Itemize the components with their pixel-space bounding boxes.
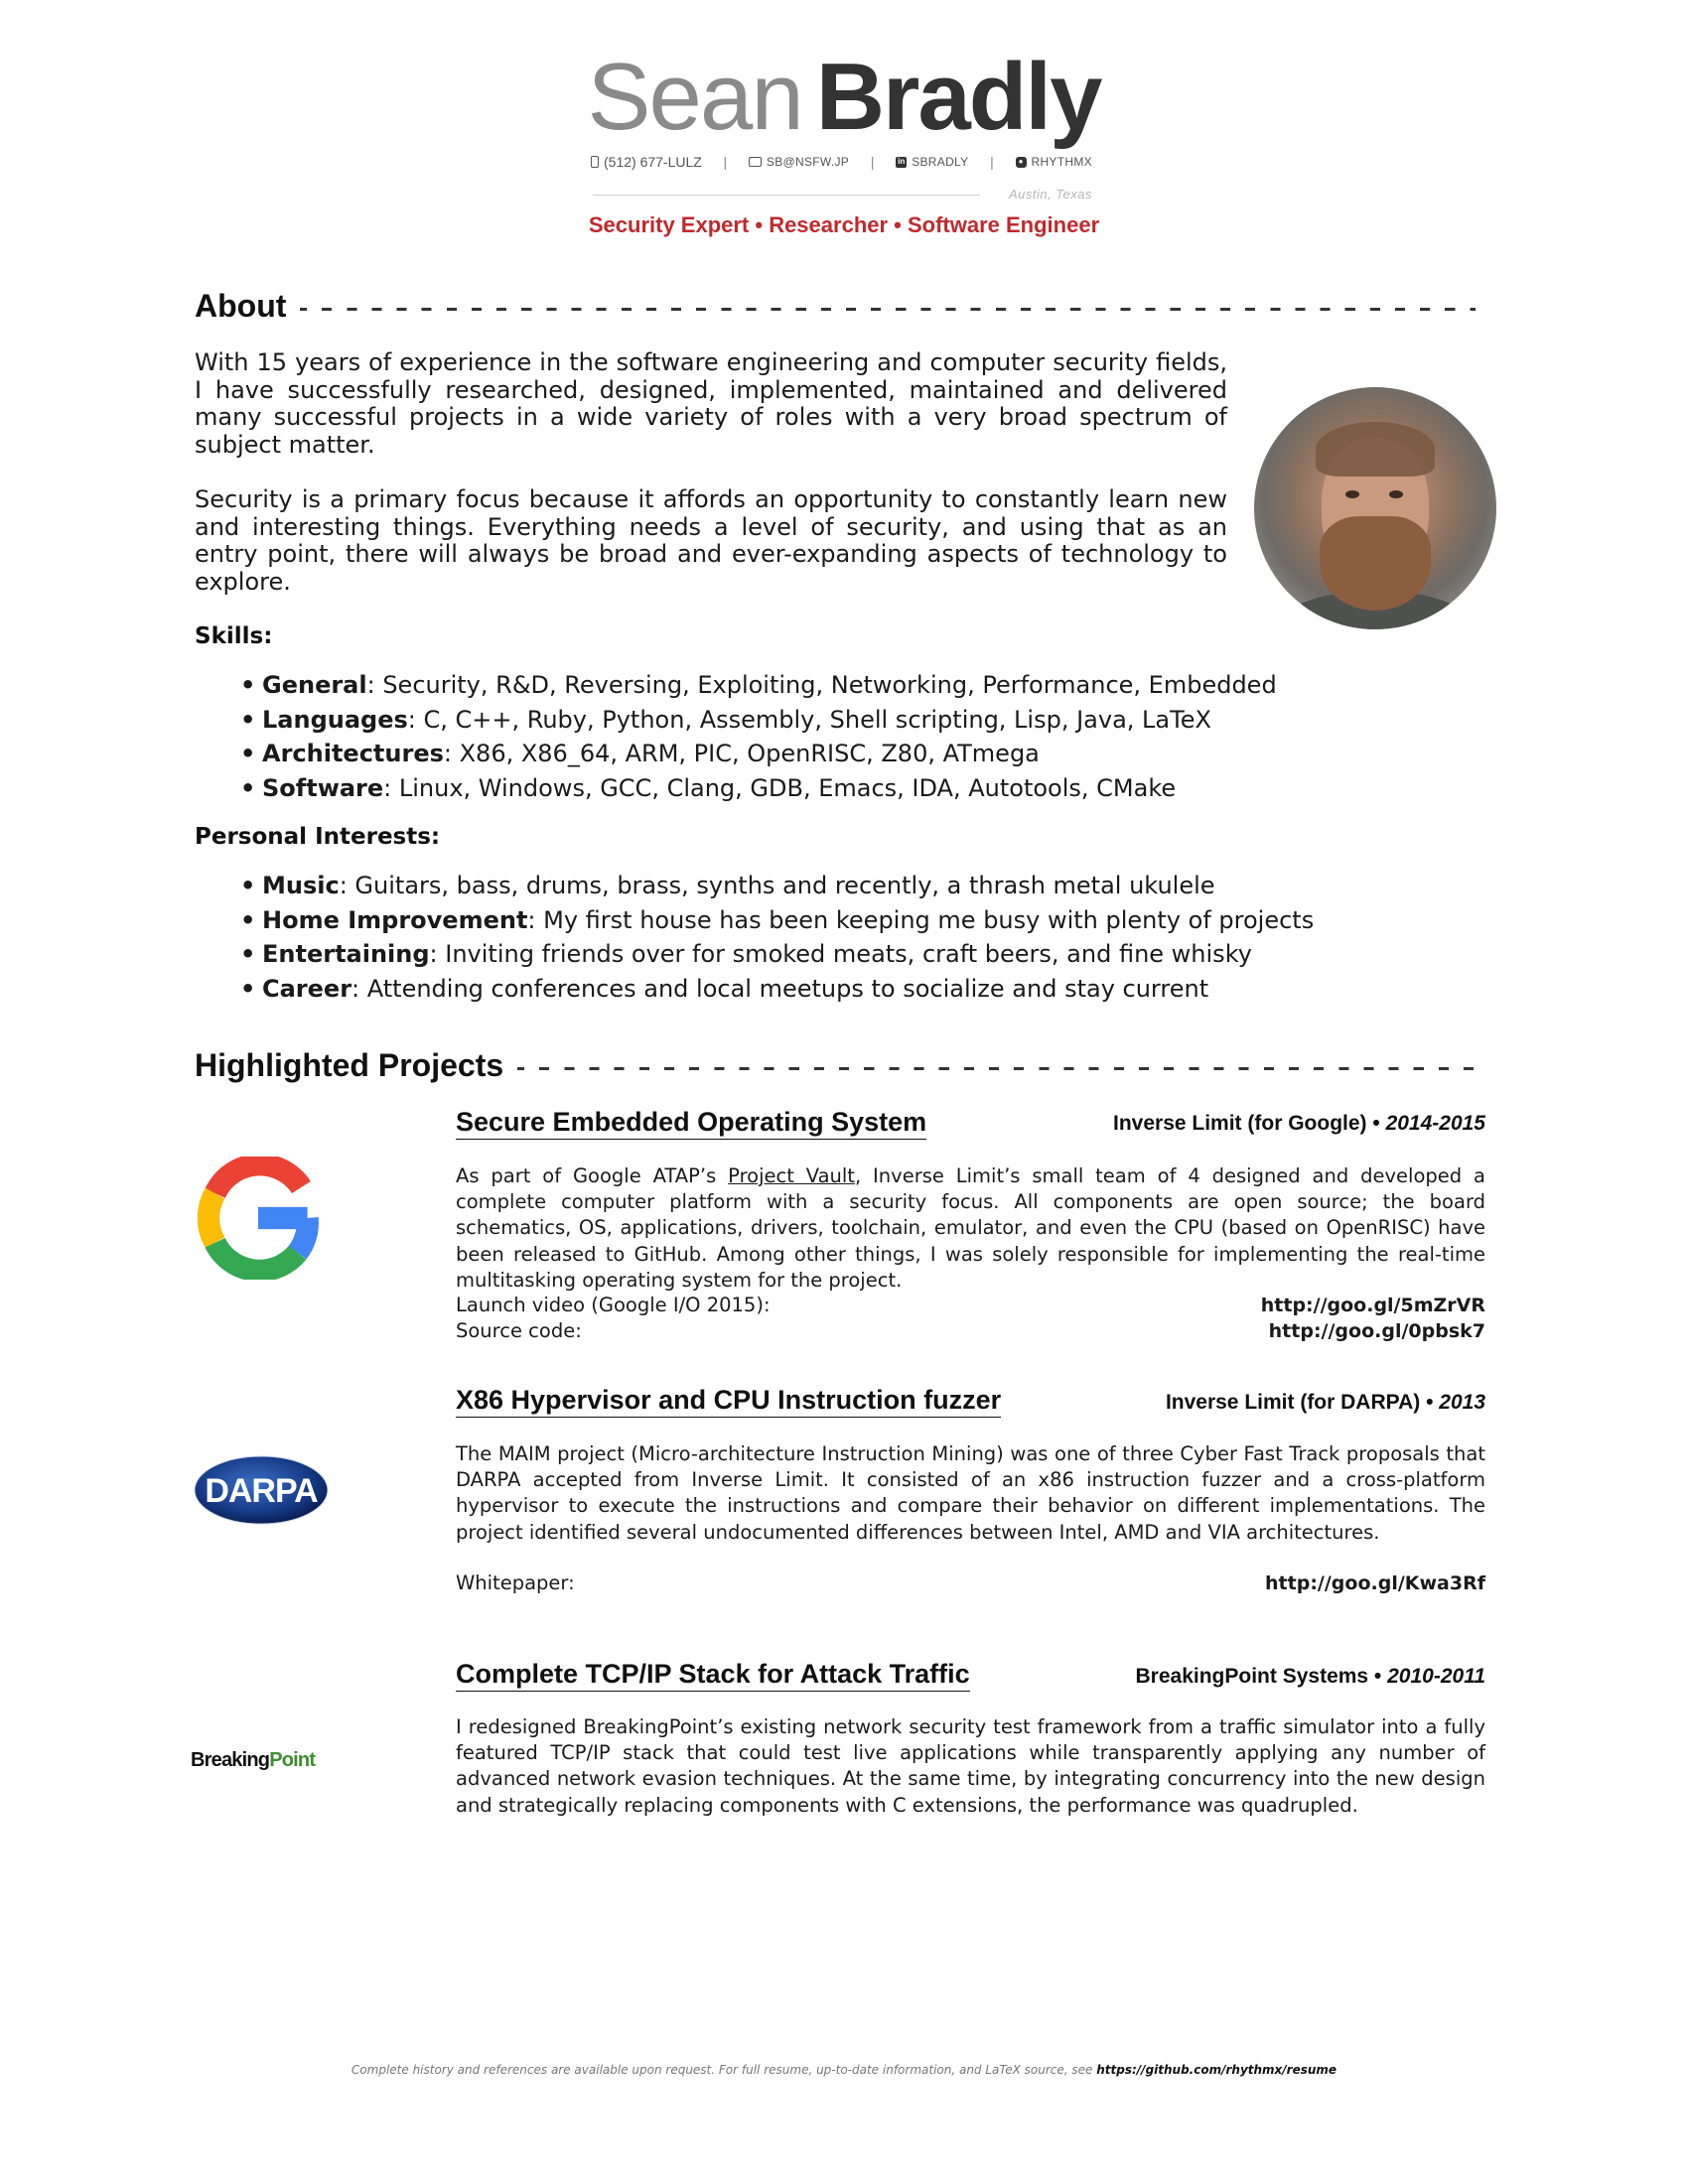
- breakingpoint-logo: BreakingPoint: [191, 1749, 316, 1771]
- about-paragraph-1: With 15 years of experience in the softw…: [195, 348, 1227, 459]
- last-name: Bradly: [815, 44, 1103, 150]
- about-paragraph-2: Security is a primary focus because it a…: [195, 485, 1227, 596]
- project-org: Inverse Limit (for Google) •: [1113, 1112, 1380, 1135]
- list-item: Architectures: X86, X86_64, ARM, PIC, Op…: [240, 737, 1277, 771]
- link-label: Launch video (Google I/O 2015):: [456, 1294, 771, 1316]
- google-logo: [197, 1157, 319, 1280]
- contact-separator: |: [990, 154, 994, 170]
- footer-text: Complete history and references are avai…: [351, 2063, 1097, 2077]
- contact-separator: |: [723, 154, 728, 170]
- contact-linkedin[interactable]: in SBRADLY: [896, 155, 968, 169]
- svg-text:DARPA: DARPA: [205, 1472, 318, 1510]
- linkedin-text: SBRADLY: [912, 155, 969, 169]
- contact-bar: (512) 677-LULZ | SB@NSFW.JP | in SBRADLY…: [591, 154, 1092, 170]
- list-item: Languages: C, C++, Ruby, Python, Assembl…: [240, 703, 1277, 738]
- about-title: About: [195, 288, 287, 324]
- phone-text: (512) 677-LULZ: [604, 154, 702, 170]
- project-years: 2014-2015: [1385, 1112, 1485, 1135]
- project-link-row: Source code: http://goo.gl/0pbsk7: [456, 1318, 1485, 1344]
- list-item: Software: Linux, Windows, GCC, Clang, GD…: [240, 771, 1277, 806]
- interests-list: Music: Guitars, bass, drums, brass, synt…: [240, 869, 1314, 1007]
- darpa-logo: DARPA: [194, 1455, 329, 1525]
- project-description: As part of Google ATAP’s Project Vault, …: [456, 1164, 1485, 1292]
- list-item: Home Improvement: My first house has bee…: [240, 903, 1314, 938]
- skills-list: General: Security, R&D, Reversing, Explo…: [240, 668, 1277, 806]
- list-item: Career: Attending conferences and local …: [240, 972, 1314, 1007]
- link-url[interactable]: http://goo.gl/0pbsk7: [1269, 1318, 1485, 1344]
- candidate-name: Sean Bradly: [0, 42, 1688, 152]
- about-heading: About: [195, 288, 1476, 325]
- email-icon: [748, 157, 762, 167]
- location: Austin, Texas: [1008, 187, 1092, 202]
- contact-github[interactable]: ● RHYTHMX: [1015, 155, 1092, 169]
- list-item: Entertaining: Inviting friends over for …: [240, 937, 1314, 972]
- project-vault-link[interactable]: Project Vault: [728, 1164, 855, 1187]
- linkedin-icon: in: [896, 156, 908, 168]
- heading-dashed-rule: [517, 1067, 1476, 1070]
- project-org: BreakingPoint Systems •: [1135, 1665, 1382, 1688]
- profile-photo: [1254, 387, 1496, 629]
- tagline: Security Expert • Researcher • Software …: [588, 212, 1100, 237]
- link-label: Whitepaper:: [456, 1571, 575, 1594]
- project-years: 2013: [1439, 1391, 1485, 1414]
- project-link-row: Launch video (Google I/O 2015): http://g…: [456, 1293, 1485, 1318]
- project-link-row: Whitepaper: http://goo.gl/Kwa3Rf: [456, 1570, 1485, 1596]
- projects-title: Highlighted Projects: [195, 1047, 504, 1083]
- project-meta: BreakingPoint Systems • 2010-2011: [894, 1665, 1485, 1689]
- link-url[interactable]: http://goo.gl/Kwa3Rf: [1265, 1570, 1485, 1596]
- project-meta: Inverse Limit (for Google) • 2014-2015: [894, 1112, 1485, 1136]
- skills-heading: Skills:: [195, 623, 273, 649]
- first-name: Sean: [587, 44, 804, 150]
- project-meta: Inverse Limit (for DARPA) • 2013: [894, 1391, 1485, 1415]
- project-years: 2010-2011: [1387, 1665, 1485, 1688]
- contact-email[interactable]: SB@NSFW.JP: [748, 155, 850, 169]
- project-description: The MAIM project (Micro-architecture Ins…: [456, 1442, 1485, 1544]
- list-item: Music: Guitars, bass, drums, brass, synt…: [240, 869, 1314, 903]
- github-icon: ●: [1015, 156, 1027, 168]
- contact-separator: |: [870, 154, 875, 170]
- footer-link[interactable]: https://github.com/rhythmx/resume: [1096, 2063, 1336, 2077]
- footer-note: Complete history and references are avai…: [0, 2063, 1688, 2077]
- phone-icon: [591, 156, 599, 168]
- header-rule: [593, 195, 980, 196]
- heading-dashed-rule: [300, 308, 1476, 311]
- link-label: Source code:: [456, 1319, 582, 1342]
- project-title: Secure Embedded Operating System: [456, 1107, 927, 1140]
- interests-heading: Personal Interests:: [195, 824, 441, 850]
- project-title: Complete TCP/IP Stack for Attack Traffic: [456, 1659, 970, 1692]
- email-text: SB@NSFW.JP: [766, 155, 850, 169]
- github-text: RHYTHMX: [1031, 155, 1092, 169]
- projects-heading: Highlighted Projects: [195, 1047, 1476, 1084]
- project-org: Inverse Limit (for DARPA) •: [1165, 1391, 1434, 1414]
- list-item: General: Security, R&D, Reversing, Explo…: [240, 668, 1277, 703]
- link-url[interactable]: http://goo.gl/5mZrVR: [1261, 1293, 1485, 1318]
- project-description: I redesigned BreakingPoint’s existing ne…: [456, 1715, 1485, 1817]
- contact-phone[interactable]: (512) 677-LULZ: [591, 154, 702, 170]
